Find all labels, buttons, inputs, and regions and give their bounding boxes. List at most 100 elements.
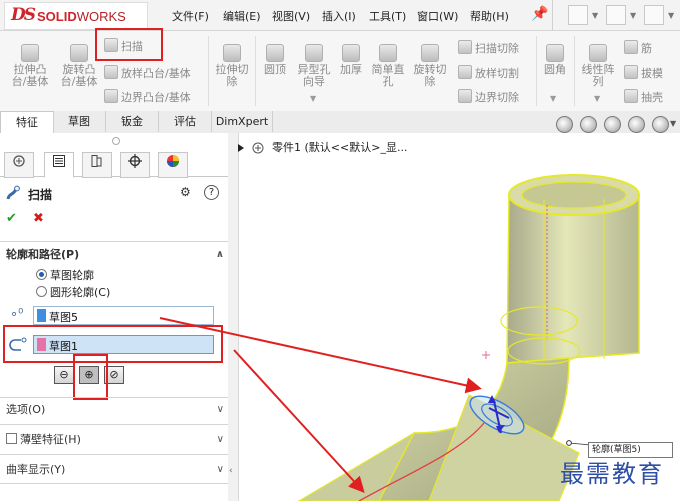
- menu-edit[interactable]: 编辑(E): [223, 8, 261, 24]
- cancel-button[interactable]: ✖: [33, 211, 44, 226]
- rib-button[interactable]: 筋: [624, 40, 652, 56]
- display-manager-tab[interactable]: [158, 152, 188, 178]
- extrude-cut-label: 拉伸切 除: [215, 63, 249, 88]
- loft-boss-label: 放样凸台/基体: [121, 67, 191, 80]
- feature-manager-tab[interactable]: [4, 152, 34, 178]
- configuration-icon: [91, 155, 102, 167]
- ribbon-separator: [574, 36, 575, 106]
- tab-sheet-metal[interactable]: 钣金: [106, 111, 159, 132]
- open-document-icon[interactable]: [606, 5, 626, 25]
- zoom-to-area-icon[interactable]: [580, 116, 597, 133]
- property-manager-tab[interactable]: [44, 152, 74, 178]
- expand-chevron-icon[interactable]: ∨: [217, 460, 224, 480]
- section-curvature-display[interactable]: 曲率显示(Y) ∨: [6, 460, 224, 480]
- menu-separator: [552, 0, 553, 30]
- collapse-chevron-icon[interactable]: ∧: [216, 245, 224, 265]
- fillet-button[interactable]: 圆角: [540, 44, 570, 76]
- tab-dimxpert[interactable]: DimXpert: [212, 111, 273, 132]
- new-document-icon[interactable]: [568, 5, 588, 25]
- section-view-icon[interactable]: [628, 116, 645, 133]
- radio-sketch-profile-dot: [36, 269, 47, 280]
- splitter-arrow-icon[interactable]: ‹: [229, 466, 233, 476]
- thicken-label: 加厚: [340, 63, 362, 76]
- extrude-cut-button[interactable]: 拉伸切 除: [212, 44, 252, 88]
- open-dropdown-icon[interactable]: ▼: [630, 11, 636, 20]
- simple-hole-label: 简单直 孔: [371, 63, 405, 88]
- thin-feature-checkbox[interactable]: [6, 433, 17, 444]
- panel-splitter[interactable]: [228, 133, 239, 501]
- ok-button[interactable]: ✔: [6, 211, 17, 226]
- save-dropdown-icon[interactable]: ▼: [668, 11, 674, 20]
- revolve-cut-label: 旋转切 除: [413, 63, 447, 88]
- path-selection-box[interactable]: 草图1: [33, 335, 214, 354]
- configuration-manager-tab[interactable]: [82, 152, 112, 178]
- menu-window[interactable]: 窗口(W): [417, 8, 458, 24]
- direction-reverse-button[interactable]: ⊖: [54, 366, 74, 384]
- lofted-cut-button[interactable]: 放样切割: [458, 65, 519, 81]
- hole-wizard-dropdown-icon[interactable]: ▼: [310, 94, 316, 103]
- radio-circular-profile-dot: [36, 286, 47, 297]
- dome-icon: [266, 44, 284, 62]
- section-options[interactable]: 选项(O) ∨: [6, 400, 224, 420]
- lofted-cut-label: 放样切割: [475, 67, 519, 80]
- pin-menu-icon[interactable]: 📌: [531, 6, 548, 22]
- section-thin-feature[interactable]: 薄壁特征(H) ∨: [6, 430, 224, 450]
- feature-tree-flyout[interactable]: 零件1 (默认<<默认>_显...: [272, 139, 407, 155]
- pattern-dropdown-icon[interactable]: ▼: [594, 94, 600, 103]
- radio-sketch-profile[interactable]: 草图轮廓: [36, 267, 94, 283]
- menu-file[interactable]: 文件(F): [172, 8, 209, 24]
- new-dropdown-icon[interactable]: ▼: [592, 11, 598, 20]
- dimxpert-manager-tab[interactable]: [120, 152, 150, 178]
- view-dropdown-icon[interactable]: ▼: [670, 119, 676, 128]
- swept-cut-icon: [458, 40, 472, 54]
- fillet-dropdown-icon[interactable]: ▼: [550, 94, 556, 103]
- section-profile-and-path[interactable]: 轮廓和路径(P) ∧: [6, 245, 224, 265]
- profile-selection-box[interactable]: 草图5: [33, 306, 214, 325]
- radio-sketch-profile-label: 草图轮廓: [50, 269, 94, 282]
- detailed-preview-icon[interactable]: ⚙: [180, 185, 191, 199]
- lofted-cut-icon: [458, 65, 472, 79]
- hole-wizard-label: 异型孔 向导: [297, 63, 331, 88]
- revolve-cut-icon: [421, 44, 439, 62]
- view-orientation-icon[interactable]: [652, 116, 669, 133]
- solidworks-logo[interactable]: DS SOLIDWORKS: [4, 2, 148, 30]
- ribbon-separator: [536, 36, 537, 106]
- part-name: 零件1: [272, 141, 301, 154]
- menu-tools[interactable]: 工具(T): [369, 8, 406, 24]
- extrude-boss-button[interactable]: 拉伸凸 台/基体: [8, 44, 52, 88]
- previous-view-icon[interactable]: [604, 116, 621, 133]
- menu-view[interactable]: 视图(V): [272, 8, 310, 24]
- help-icon[interactable]: ?: [204, 185, 219, 200]
- logo-works-text: WORKS: [76, 9, 126, 24]
- boundary-cut-button[interactable]: 边界切除: [458, 89, 519, 105]
- expand-chevron-icon[interactable]: ∨: [217, 400, 224, 420]
- boundary-boss-icon: [104, 89, 118, 103]
- menu-help[interactable]: 帮助(H): [470, 8, 509, 24]
- draft-button[interactable]: 拔模: [624, 65, 663, 81]
- tab-sketch[interactable]: 草图: [53, 111, 106, 132]
- radio-circular-profile[interactable]: 圆形轮廓(C): [36, 284, 110, 300]
- thicken-button[interactable]: 加厚: [336, 44, 366, 76]
- expand-tree-icon[interactable]: [236, 141, 266, 155]
- dome-button[interactable]: 圆顶: [258, 44, 292, 76]
- loft-boss-icon: [104, 65, 118, 79]
- revolve-cut-button[interactable]: 旋转切 除: [410, 44, 450, 88]
- menu-insert[interactable]: 插入(I): [322, 8, 356, 24]
- draft-icon: [624, 65, 638, 79]
- linear-pattern-button[interactable]: 线性阵 列: [578, 44, 618, 88]
- tab-evaluate[interactable]: 评估: [159, 111, 212, 132]
- ribbon-separator: [208, 36, 209, 106]
- swept-cut-button[interactable]: 扫描切除: [458, 40, 519, 56]
- expand-chevron-icon[interactable]: ∨: [217, 430, 224, 450]
- tab-features[interactable]: 特征: [0, 111, 54, 133]
- hole-wizard-button[interactable]: 异型孔 向导: [294, 44, 334, 88]
- loft-boss-button[interactable]: 放样凸台/基体: [104, 65, 191, 81]
- boundary-boss-button[interactable]: 边界凸台/基体: [104, 89, 191, 105]
- simple-hole-button[interactable]: 简单直 孔: [368, 44, 408, 88]
- swept-cut-label: 扫描切除: [475, 42, 519, 55]
- panel-collapse-handle[interactable]: [112, 137, 120, 145]
- save-icon[interactable]: [644, 5, 664, 25]
- shell-button[interactable]: 抽壳: [624, 89, 663, 105]
- zoom-to-fit-icon[interactable]: [556, 116, 573, 133]
- dimxpert-crosshair-icon: [128, 154, 142, 168]
